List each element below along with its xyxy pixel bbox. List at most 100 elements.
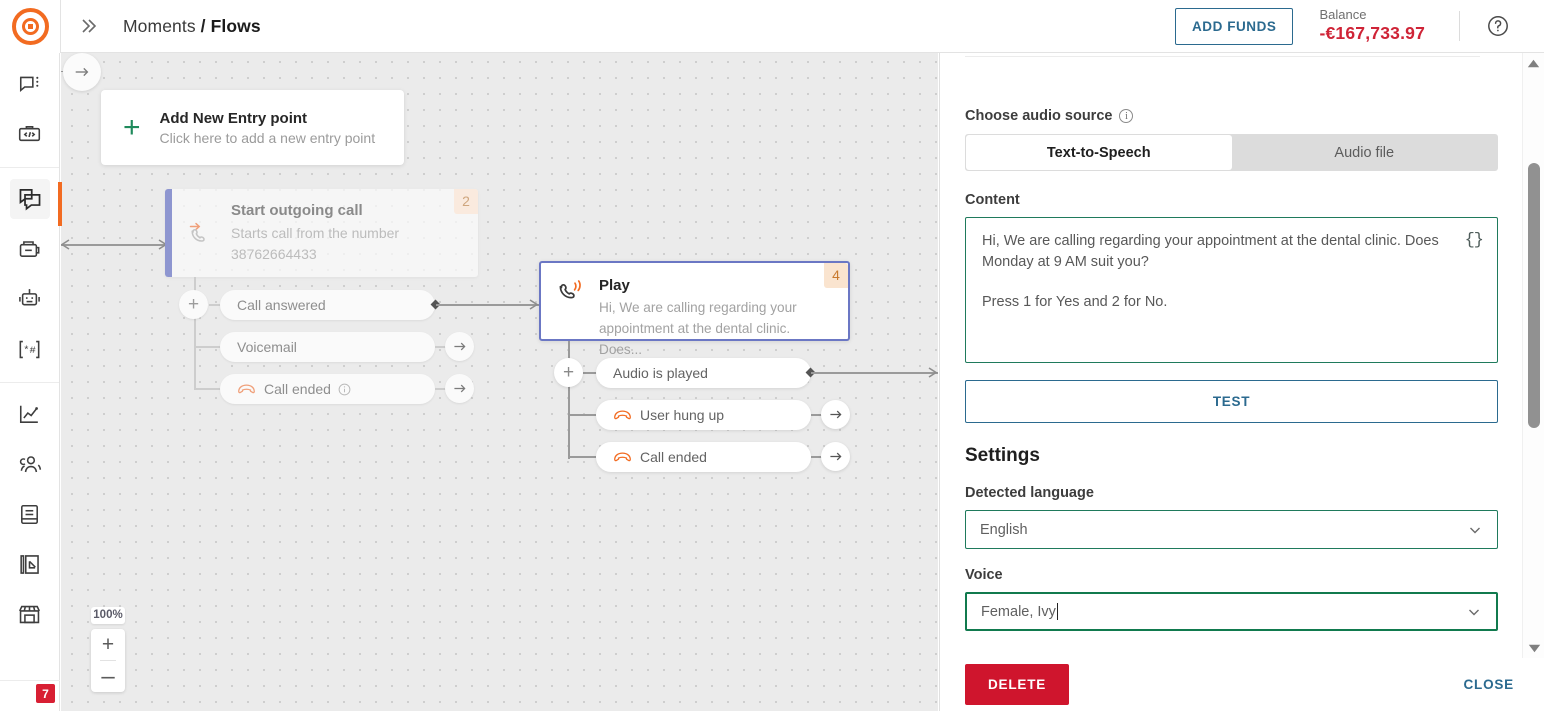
svg-text:*#: *# — [23, 345, 36, 357]
play-node[interactable]: Play Hi, We are calling regarding your a… — [539, 261, 850, 357]
outgoing-call-icon — [187, 220, 215, 246]
output-label: Audio is played — [613, 365, 708, 381]
goto-user-hung-up-button[interactable] — [821, 400, 850, 429]
sidebar-item-chatbot[interactable] — [10, 279, 50, 319]
hangup-icon — [237, 383, 256, 395]
plus-icon: + — [123, 110, 141, 144]
delete-button[interactable]: DELETE — [965, 664, 1070, 705]
text-caret — [1056, 603, 1058, 620]
add-entry-point-card[interactable]: + Add New Entry point Click here to add … — [101, 90, 404, 165]
output-pill-user-hung-up[interactable]: User hung up — [596, 400, 811, 430]
rail-group-1 — [0, 53, 59, 167]
expand-sidebar-button[interactable] — [61, 0, 117, 53]
left-nav-rail: *# 7 — [0, 53, 60, 711]
sidebar-item-store[interactable] — [10, 594, 50, 634]
breadcrumb-root[interactable]: Moments — [123, 16, 196, 36]
sidebar-item-conversations[interactable] — [10, 64, 50, 104]
panel-scroll-area[interactable]: Choose audio source i Text-to-Speech Aud… — [940, 53, 1523, 658]
settings-heading: Settings — [965, 445, 1040, 466]
output-label: Voicemail — [237, 339, 297, 355]
output-pill-voicemail[interactable]: Voicemail — [220, 332, 435, 362]
play-audio-call-icon — [557, 277, 587, 310]
balance-block: Balance -€167,733.97 — [1319, 7, 1425, 45]
goto-play-call-ended-button[interactable] — [821, 442, 850, 471]
sidebar-item-people[interactable] — [10, 444, 50, 484]
goto-voicemail-button[interactable] — [445, 332, 474, 361]
start-add-output-button[interactable]: + — [179, 290, 208, 319]
top-header: Moments / Flows ADD FUNDS Balance -€167,… — [0, 0, 1544, 53]
output-label: Call answered — [237, 297, 326, 313]
output-pill-audio-played[interactable]: Audio is played — [596, 358, 811, 388]
scroll-up-button[interactable] — [1523, 53, 1544, 73]
output-pill-play-call-ended[interactable]: Call ended — [596, 442, 811, 472]
node-settings-panel: Choose audio source i Text-to-Speech Aud… — [939, 53, 1544, 711]
info-icon[interactable] — [338, 383, 351, 396]
detected-language-label: Detected language — [965, 485, 1094, 501]
breadcrumb-separator: / — [200, 15, 206, 36]
detected-language-value: English — [980, 521, 1028, 538]
scroll-down-button[interactable] — [1523, 638, 1544, 658]
wire-into-start — [61, 244, 171, 246]
play-branch-hungup — [568, 414, 596, 416]
zoom-out-button[interactable]: – — [91, 661, 125, 692]
audio-source-label-text: Choose audio source — [965, 108, 1113, 124]
add-entry-subtitle: Click here to add a new entry point — [159, 129, 376, 146]
voice-label: Voice — [965, 567, 1003, 583]
notification-badge[interactable]: 7 — [36, 684, 55, 703]
wire-arrowhead-left — [61, 238, 72, 256]
wire-audio-played-out — [811, 372, 938, 374]
tab-audio-file[interactable]: Audio file — [1232, 135, 1498, 170]
goto-call-ended-button[interactable] — [445, 374, 474, 403]
voice-select[interactable]: Female, Ivy — [965, 592, 1498, 631]
wire-arrowhead-out — [927, 366, 938, 384]
panel-footer: DELETE CLOSE — [940, 658, 1544, 711]
start-outgoing-call-node[interactable]: Start outgoing call Starts call from the… — [165, 189, 478, 277]
sidebar-item-content[interactable] — [10, 494, 50, 534]
voice-value: Female, Ivy — [981, 603, 1056, 620]
play-node-badge: 4 — [824, 263, 848, 288]
output-pill-call-ended[interactable]: Call ended — [220, 374, 435, 404]
test-button[interactable]: TEST — [965, 380, 1498, 423]
play-node-title: Play — [599, 277, 630, 294]
add-entry-title: Add New Entry point — [159, 109, 308, 127]
output-label: User hung up — [640, 407, 725, 423]
flow-canvas[interactable]: + Add New Entry point Click here to add … — [61, 53, 938, 711]
info-icon[interactable]: i — [1119, 109, 1134, 123]
sidebar-item-flows[interactable] — [9, 179, 50, 219]
play-add-output-button[interactable]: + — [554, 358, 583, 387]
sidebar-item-keywords[interactable]: *# — [10, 329, 50, 369]
scrollbar-thumb[interactable] — [1528, 163, 1540, 428]
sidebar-item-developer-tools[interactable] — [10, 114, 50, 154]
zoom-in-button[interactable]: + — [91, 629, 125, 660]
output-pill-call-answered[interactable]: Call answered — [220, 290, 435, 320]
sidebar-item-forms[interactable] — [10, 544, 50, 584]
wire-answered-to-play — [436, 304, 541, 306]
zoom-level-label: 100% — [91, 607, 125, 624]
placeholder-braces-icon[interactable]: {} — [1465, 229, 1484, 254]
output-label: Call ended — [264, 381, 331, 397]
detected-language-select[interactable]: English — [965, 510, 1498, 549]
entry-arrow-node[interactable] — [63, 53, 101, 91]
app-logo[interactable] — [0, 0, 60, 53]
close-button[interactable]: CLOSE — [1457, 669, 1520, 700]
tab-text-to-speech[interactable]: Text-to-Speech — [966, 135, 1232, 170]
help-button[interactable] — [1486, 14, 1510, 38]
play-node-subtitle-2: appointment at the dental clinic. Does..… — [599, 321, 791, 358]
start-branch-callended — [194, 388, 221, 390]
audio-source-label: Choose audio source i — [965, 108, 1498, 124]
breadcrumb: Moments / Flows — [123, 16, 261, 37]
balance-label: Balance — [1319, 6, 1367, 22]
active-rail-accent — [58, 182, 62, 226]
sidebar-item-analytics[interactable] — [10, 394, 50, 434]
add-funds-button[interactable]: ADD FUNDS — [1175, 7, 1294, 45]
header-vertical-separator — [1459, 11, 1460, 41]
content-textarea[interactable]: Hi, We are calling regarding your appoin… — [965, 217, 1498, 363]
play-node-subtitle-1: Hi, We are calling regarding your — [599, 300, 797, 315]
zoom-controls: 100% + – — [91, 607, 125, 692]
scrollbar-track[interactable] — [1523, 73, 1544, 638]
hangup-icon — [613, 409, 632, 421]
sidebar-item-broadcast[interactable] — [10, 229, 50, 269]
double-chevron-right-icon — [78, 15, 100, 37]
play-branch-callended — [568, 456, 596, 458]
panel-scrollbar[interactable] — [1522, 53, 1544, 658]
